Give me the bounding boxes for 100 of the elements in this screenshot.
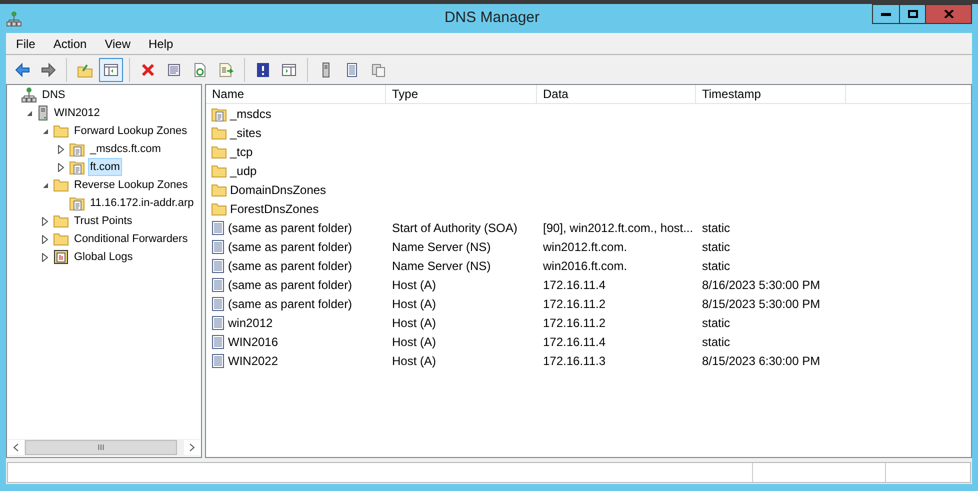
name-cell[interactable]: (same as parent folder)	[228, 238, 352, 256]
document-folder-icon	[211, 106, 227, 122]
scroll-right-icon[interactable]	[184, 440, 200, 455]
type-cell: Host (A)	[392, 278, 436, 292]
scroll-left-icon[interactable]	[8, 440, 24, 455]
type-cell: Host (A)	[392, 334, 436, 348]
type-cell: Host (A)	[392, 316, 436, 330]
tree-item[interactable]: ft.com	[88, 158, 122, 176]
menu-item[interactable]: Action	[53, 34, 87, 52]
type-cell: Host (A)	[392, 354, 436, 368]
notepad-icon	[211, 352, 225, 368]
name-cell[interactable]: WIN2022	[228, 352, 278, 370]
export-list-icon[interactable]	[218, 62, 234, 78]
network-icon	[6, 10, 22, 26]
notepad-icon	[211, 296, 225, 312]
folder-icon	[211, 182, 227, 196]
name-cell[interactable]: _udp	[230, 162, 257, 180]
column-header[interactable]: Name	[206, 85, 386, 103]
folder-icon	[211, 164, 227, 178]
properties-icon[interactable]	[166, 62, 182, 78]
folder-up-icon[interactable]	[77, 62, 93, 78]
network-icon	[21, 87, 37, 103]
action-pane-icon[interactable]	[281, 62, 297, 78]
folder-icon	[53, 232, 69, 246]
column-header[interactable]: Data	[537, 85, 696, 103]
tree-item[interactable]: WIN2012	[52, 104, 102, 122]
tree-item[interactable]: DNS	[40, 86, 68, 104]
name-cell[interactable]: (same as parent folder)	[228, 276, 352, 294]
minimize-button[interactable]	[872, 4, 900, 24]
menu-item[interactable]: Help	[148, 34, 174, 52]
collapsed-arrow-icon[interactable]	[42, 216, 48, 226]
maximize-icon	[908, 10, 918, 18]
window-title: DNS Manager	[444, 8, 540, 28]
name-cell[interactable]: _sites	[230, 124, 262, 142]
panel-icon[interactable]	[103, 62, 119, 78]
timestamp-cell: static	[702, 240, 730, 254]
folder-icon	[53, 178, 69, 192]
timestamp-cell: 8/15/2023 5:30:00 PM	[702, 296, 820, 310]
back-arrow-icon[interactable]	[14, 62, 30, 78]
tree-item[interactable]: Conditional Forwarders	[72, 230, 190, 248]
close-icon	[944, 10, 954, 18]
server-icon	[37, 105, 49, 121]
tree-item[interactable]: Reverse Lookup Zones	[72, 176, 190, 194]
notepad-icon	[211, 314, 225, 330]
list-icon[interactable]	[344, 62, 360, 78]
name-cell[interactable]: (same as parent folder)	[228, 218, 352, 236]
expanded-arrow-icon[interactable]	[26, 110, 32, 116]
tree-item[interactable]: _msdcs.ft.com	[88, 140, 163, 158]
data-cell: 172.16.11.2	[543, 296, 606, 310]
type-cell: Name Server (NS)	[392, 240, 491, 254]
copy-icon[interactable]	[370, 62, 386, 78]
expanded-arrow-icon[interactable]	[42, 128, 48, 134]
scrollbar-thumb[interactable]: III	[25, 440, 177, 455]
menu-item[interactable]: File	[16, 34, 36, 52]
name-cell[interactable]: WIN2016	[228, 332, 278, 350]
tree-item[interactable]: Forward Lookup Zones	[72, 122, 190, 140]
name-cell[interactable]: win2012	[228, 314, 273, 332]
notepad-icon	[211, 334, 225, 350]
document-folder-icon	[69, 195, 85, 211]
delete-icon[interactable]	[140, 62, 156, 78]
notepad-icon	[211, 276, 225, 292]
menu-item[interactable]: View	[104, 34, 130, 52]
tree-item[interactable]: Trust Points	[72, 212, 134, 230]
help-book-icon[interactable]	[255, 62, 271, 78]
column-header[interactable]: Timestamp	[696, 85, 846, 103]
data-cell: [90], win2012.ft.com., host...	[543, 220, 694, 234]
collapsed-arrow-icon[interactable]	[58, 144, 64, 154]
name-cell[interactable]: _msdcs	[230, 104, 272, 122]
collapsed-arrow-icon[interactable]	[42, 234, 48, 244]
timestamp-cell: 8/16/2023 5:30:00 PM	[702, 278, 820, 292]
name-cell[interactable]: DomainDnsZones	[230, 180, 326, 198]
notepad-icon	[211, 238, 225, 254]
expanded-arrow-icon[interactable]	[42, 182, 48, 188]
close-button[interactable]	[926, 4, 972, 24]
data-cell: 172.16.11.4	[543, 334, 606, 348]
name-cell[interactable]: (same as parent folder)	[228, 256, 352, 274]
type-cell: Host (A)	[392, 296, 436, 310]
tree-item[interactable]: 11.16.172.in-addr.arp	[88, 194, 196, 212]
refresh-icon[interactable]	[192, 62, 208, 78]
data-cell: win2012.ft.com.	[543, 240, 628, 254]
folder-icon	[211, 126, 227, 140]
data-cell: 172.16.11.3	[543, 354, 606, 368]
data-cell: 172.16.11.2	[543, 316, 606, 330]
folder-icon	[53, 214, 69, 228]
tree-item[interactable]: Global Logs	[72, 248, 135, 266]
collapsed-arrow-icon[interactable]	[42, 252, 48, 262]
name-cell[interactable]: ForestDnsZones	[230, 200, 319, 218]
collapsed-arrow-icon[interactable]	[58, 162, 64, 172]
timestamp-cell: static	[702, 220, 730, 234]
data-cell: 172.16.11.4	[543, 278, 606, 292]
horizontal-scrollbar[interactable]: III	[8, 439, 200, 456]
minimize-icon	[881, 12, 891, 16]
forward-arrow-icon[interactable]	[40, 62, 56, 78]
column-header[interactable]: Type	[386, 85, 537, 103]
timestamp-cell: static	[702, 316, 730, 330]
timestamp-cell: static	[702, 258, 730, 272]
name-cell[interactable]: _tcp	[230, 142, 253, 160]
panel-button[interactable]	[99, 58, 123, 82]
log-icon	[53, 249, 69, 265]
name-cell[interactable]: (same as parent folder)	[228, 294, 352, 312]
